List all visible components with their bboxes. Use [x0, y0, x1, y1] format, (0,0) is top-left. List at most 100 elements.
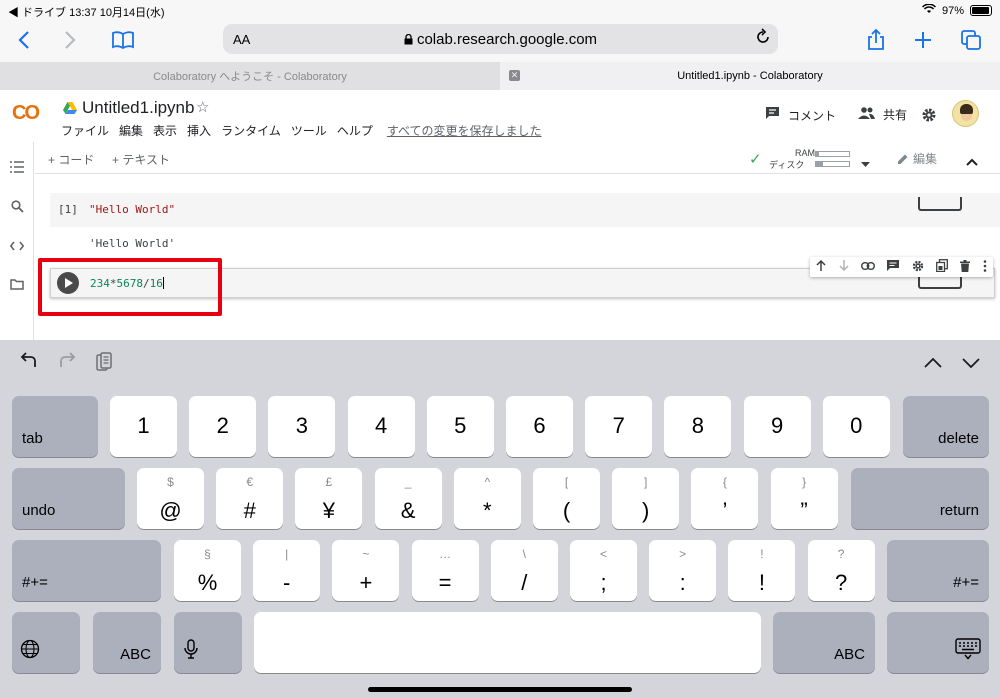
google-drive-icon[interactable]: [63, 102, 77, 114]
symbol-key[interactable]: ’{: [691, 468, 759, 529]
symbol-key[interactable]: - |: [253, 540, 321, 601]
more-symbols-key[interactable]: #+=: [887, 540, 989, 601]
home-indicator[interactable]: [368, 687, 632, 692]
previous-field-icon[interactable]: [924, 352, 942, 373]
key-1[interactable]: 1: [110, 396, 177, 457]
cell-settings-icon[interactable]: [912, 260, 924, 275]
dictation-key[interactable]: [174, 612, 242, 673]
hide-keyboard-key[interactable]: [887, 612, 989, 673]
symbol-key[interactable]: / \: [490, 540, 558, 601]
menu-edit[interactable]: 編集: [119, 122, 143, 139]
comment-button[interactable]: コメント: [765, 106, 836, 124]
key-4[interactable]: 4: [347, 396, 415, 457]
key-5[interactable]: 5: [426, 396, 494, 457]
star-icon[interactable]: ☆: [196, 98, 209, 116]
tab-untitled1[interactable]: ✕ Untitled1.ipynb - Colaboratory: [500, 62, 1000, 90]
back-icon[interactable]: [10, 26, 38, 54]
add-code-button[interactable]: + コード: [48, 151, 94, 168]
mirror-cell-icon[interactable]: [936, 259, 949, 275]
key-9[interactable]: 9: [743, 396, 811, 457]
symbol-key[interactable]: & _: [374, 468, 442, 529]
notebook-title[interactable]: Untitled1.ipynb: [82, 98, 194, 118]
abc-key[interactable]: ABC: [773, 612, 875, 673]
more-symbols-key[interactable]: #+=: [12, 540, 161, 601]
code-snippets-icon[interactable]: [9, 239, 25, 255]
abc-key[interactable]: ABC: [93, 612, 161, 673]
space-key[interactable]: [254, 612, 761, 673]
status-left: ◀ ドライブ 13:37 10月14日(水): [8, 7, 165, 19]
wifi-icon: [921, 3, 937, 17]
search-icon[interactable]: [9, 200, 25, 216]
symbol-key[interactable]: % §: [174, 540, 241, 601]
avatar[interactable]: [952, 100, 979, 127]
paste-icon[interactable]: [96, 352, 112, 377]
menu-view[interactable]: 表示: [153, 122, 177, 139]
key-8[interactable]: 8: [664, 396, 732, 457]
menu-insert[interactable]: 挿入: [187, 122, 211, 139]
tabs-overview-icon[interactable]: [957, 26, 985, 54]
edit-button[interactable]: 編集: [897, 150, 937, 168]
menu-tools[interactable]: ツール: [291, 122, 327, 139]
symbol-key[interactable]: # €: [216, 468, 284, 529]
key-label: tab: [22, 430, 43, 447]
close-tab-icon[interactable]: ✕: [509, 70, 520, 81]
tab-key[interactable]: tab: [12, 396, 98, 457]
more-options-icon[interactable]: [983, 259, 987, 275]
collapse-icon[interactable]: [966, 153, 978, 171]
key-sublabel: …: [439, 547, 452, 561]
move-down-icon[interactable]: [839, 260, 849, 274]
table-of-contents-icon[interactable]: [9, 161, 25, 177]
chevron-down-icon[interactable]: [861, 154, 870, 172]
share-button[interactable]: 共有: [858, 106, 907, 123]
settings-icon[interactable]: [921, 107, 937, 123]
resource-monitor[interactable]: ✓ RAM ディスク: [749, 148, 870, 172]
globe-key[interactable]: [12, 612, 80, 673]
undo-icon[interactable]: [20, 352, 38, 373]
key-6[interactable]: 6: [506, 396, 573, 457]
share-icon[interactable]: [862, 26, 890, 54]
cell-code[interactable]: "Hello World": [89, 203, 175, 216]
trash-icon[interactable]: [960, 259, 971, 275]
symbol-key[interactable]: * ^: [453, 468, 521, 529]
next-field-icon[interactable]: [962, 352, 980, 373]
symbol-key[interactable]: ([: [533, 468, 600, 529]
return-key[interactable]: return: [851, 468, 989, 529]
comment-icon[interactable]: [887, 260, 900, 274]
reload-icon[interactable]: [756, 28, 770, 49]
add-text-button[interactable]: + テキスト: [112, 151, 170, 168]
link-icon[interactable]: [860, 261, 875, 273]
symbol-key[interactable]: @ $: [137, 468, 204, 529]
symbol-key[interactable]: ”}: [770, 468, 838, 529]
redo-icon[interactable]: [58, 352, 76, 373]
forward-icon[interactable]: [56, 26, 84, 54]
symbol-key[interactable]: )]: [612, 468, 680, 529]
key-3[interactable]: 3: [268, 396, 336, 457]
symbol-key[interactable]: + ~: [332, 540, 400, 601]
key-7[interactable]: 7: [585, 396, 653, 457]
save-status[interactable]: すべての変更を保存しました: [387, 122, 542, 139]
code-cell[interactable]: [1] "Hello World": [50, 193, 1000, 227]
key-sublabel: {: [722, 475, 727, 489]
key-0[interactable]: 0: [822, 396, 890, 457]
symbol-key[interactable]: !!: [728, 540, 796, 601]
key-label: :: [679, 570, 686, 595]
new-tab-icon[interactable]: [909, 26, 937, 54]
menu-help[interactable]: ヘルプ: [337, 122, 373, 139]
symbol-key[interactable]: : >: [649, 540, 717, 601]
symbol-key[interactable]: =…: [411, 540, 479, 601]
folder-icon[interactable]: [9, 278, 25, 294]
symbol-key[interactable]: ; <: [570, 540, 637, 601]
tab-colab-welcome[interactable]: Colaboratory へようこそ - Colaboratory: [0, 62, 500, 90]
symbol-key[interactable]: ¥ £: [295, 468, 363, 529]
undo-key[interactable]: undo: [12, 468, 125, 529]
colab-logo[interactable]: CO: [12, 102, 40, 125]
bookmarks-icon[interactable]: [109, 26, 137, 54]
menu-runtime[interactable]: ランタイム: [221, 122, 281, 139]
delete-key[interactable]: delete: [903, 396, 989, 457]
key-2[interactable]: 2: [189, 396, 257, 457]
menu-file[interactable]: ファイル: [61, 122, 109, 139]
move-up-icon[interactable]: [816, 259, 826, 274]
address-bar[interactable]: AA colab.research.google.com: [223, 24, 778, 54]
symbol-key[interactable]: ??: [807, 540, 875, 601]
globe-icon: [20, 639, 40, 664]
